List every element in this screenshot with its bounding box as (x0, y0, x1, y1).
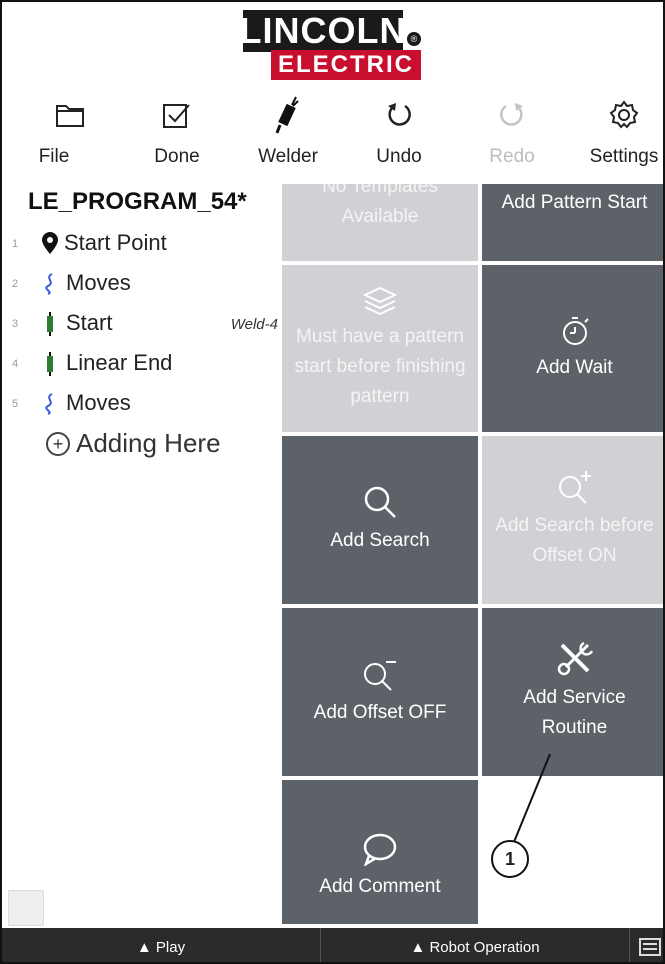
tools-icon (556, 641, 594, 677)
finish-pattern-tile: Must have a pattern start before finishi… (282, 265, 478, 432)
play-button[interactable]: ▲ Play (2, 928, 320, 962)
add-pattern-start-tile[interactable]: Add Pattern Start (482, 184, 663, 261)
search-before-offset-label: Add Search before Offset ON (495, 515, 654, 566)
welding-torch-icon (274, 92, 302, 138)
add-wait-label: Add Wait (536, 356, 613, 378)
lincoln-electric-logo: LINCOLN ELECTRIC ® (239, 10, 429, 80)
undo-icon (385, 92, 413, 138)
weld-schedule-label: Weld-4 (230, 316, 278, 333)
undo-label: Undo (376, 146, 422, 167)
program-step-weld-start[interactable]: 3 Start Weld-4 (10, 306, 280, 342)
add-service-routine-label: Add Service Routine (523, 687, 626, 738)
file-button[interactable]: File (20, 92, 120, 184)
redo-icon (498, 92, 526, 138)
layers-icon (363, 286, 397, 316)
step-number: 1 (12, 238, 19, 250)
step-label: Linear End (66, 350, 173, 375)
finish-pattern-label: Must have a pattern start before finishi… (294, 325, 466, 407)
bottom-bar: ▲ Play ▲ Robot Operation (2, 928, 663, 962)
step-label: Start Point (64, 230, 167, 255)
step-number: 5 (12, 398, 19, 410)
program-step-moves[interactable]: 2 Moves (10, 266, 280, 302)
add-comment-label: Add Comment (319, 876, 441, 897)
logo-bottom-text: ELECTRIC (271, 50, 421, 80)
search-before-offset-tile: Add Search before Offset ON (482, 436, 663, 604)
done-label: Done (154, 146, 200, 167)
add-search-label: Add Search (330, 530, 430, 551)
folder-icon (55, 92, 85, 138)
registered-mark: ® (407, 32, 421, 46)
robot-operation-button[interactable]: ▲ Robot Operation (321, 928, 629, 962)
moves-path-icon (40, 272, 60, 296)
add-offset-off-tile[interactable]: Add Offset OFF (282, 608, 478, 776)
gear-icon (608, 92, 640, 138)
program-title: LE_PROGRAM_54* (28, 188, 247, 215)
no-templates-label: No Templates Available (322, 184, 438, 227)
add-offset-off-label: Add Offset OFF (313, 702, 447, 723)
logo-top-text: LINCOLN (239, 10, 407, 52)
no-templates-tile: No Templates Available (282, 184, 478, 261)
file-label: File (38, 146, 70, 167)
welder-button[interactable]: Welder (238, 92, 338, 184)
search-plus-icon (556, 469, 594, 505)
checkbox-icon (161, 92, 193, 138)
adding-here-marker[interactable]: + Adding Here (46, 428, 221, 459)
callout-number: 1 (491, 840, 529, 878)
step-label: Moves (66, 270, 131, 295)
redo-label: Redo (489, 146, 535, 167)
welder-label: Welder (258, 146, 318, 167)
done-button[interactable]: Done (127, 92, 227, 184)
program-step-start-point[interactable]: 1 Start Point (10, 226, 280, 262)
moves-path-icon (40, 392, 60, 416)
undo-button[interactable]: Undo (349, 92, 449, 184)
weld-start-icon (40, 312, 60, 336)
search-icon (362, 484, 398, 520)
add-search-tile[interactable]: Add Search (282, 436, 478, 604)
step-number: 3 (12, 318, 19, 330)
add-pattern-start-label: Add Pattern Start (501, 192, 648, 213)
keyboard-icon[interactable] (630, 928, 663, 962)
redo-button[interactable]: Redo (462, 92, 562, 184)
add-wait-tile[interactable]: Add Wait (482, 265, 663, 432)
adding-here-label: Adding Here (76, 428, 221, 458)
program-step-linear-end[interactable]: 4 Linear End (10, 346, 280, 382)
program-panel: LE_PROGRAM_54* 1 Start Point 2 Moves 3 S… (10, 188, 280, 928)
app-frame: LINCOLN ELECTRIC ® File Done Welder Undo… (0, 0, 665, 964)
step-number: 2 (12, 278, 19, 290)
toolbar: File Done Welder Undo Redo Settings (2, 92, 663, 184)
plus-circle-icon: + (46, 431, 70, 456)
comment-icon (362, 832, 398, 866)
settings-label: Settings (589, 146, 659, 167)
location-pin-icon (40, 232, 60, 256)
panel-tab-handle[interactable] (8, 890, 44, 926)
search-minus-icon (361, 656, 399, 692)
step-label: Moves (66, 390, 131, 415)
settings-button[interactable]: Settings (574, 92, 663, 184)
add-comment-tile[interactable]: Add Comment (282, 780, 478, 924)
step-number: 4 (12, 358, 19, 370)
program-step-moves[interactable]: 5 Moves (10, 386, 280, 422)
step-label: Start (66, 310, 113, 335)
weld-end-icon (40, 352, 60, 376)
add-service-routine-tile[interactable]: Add Service Routine (482, 608, 663, 776)
stopwatch-icon (560, 315, 590, 347)
